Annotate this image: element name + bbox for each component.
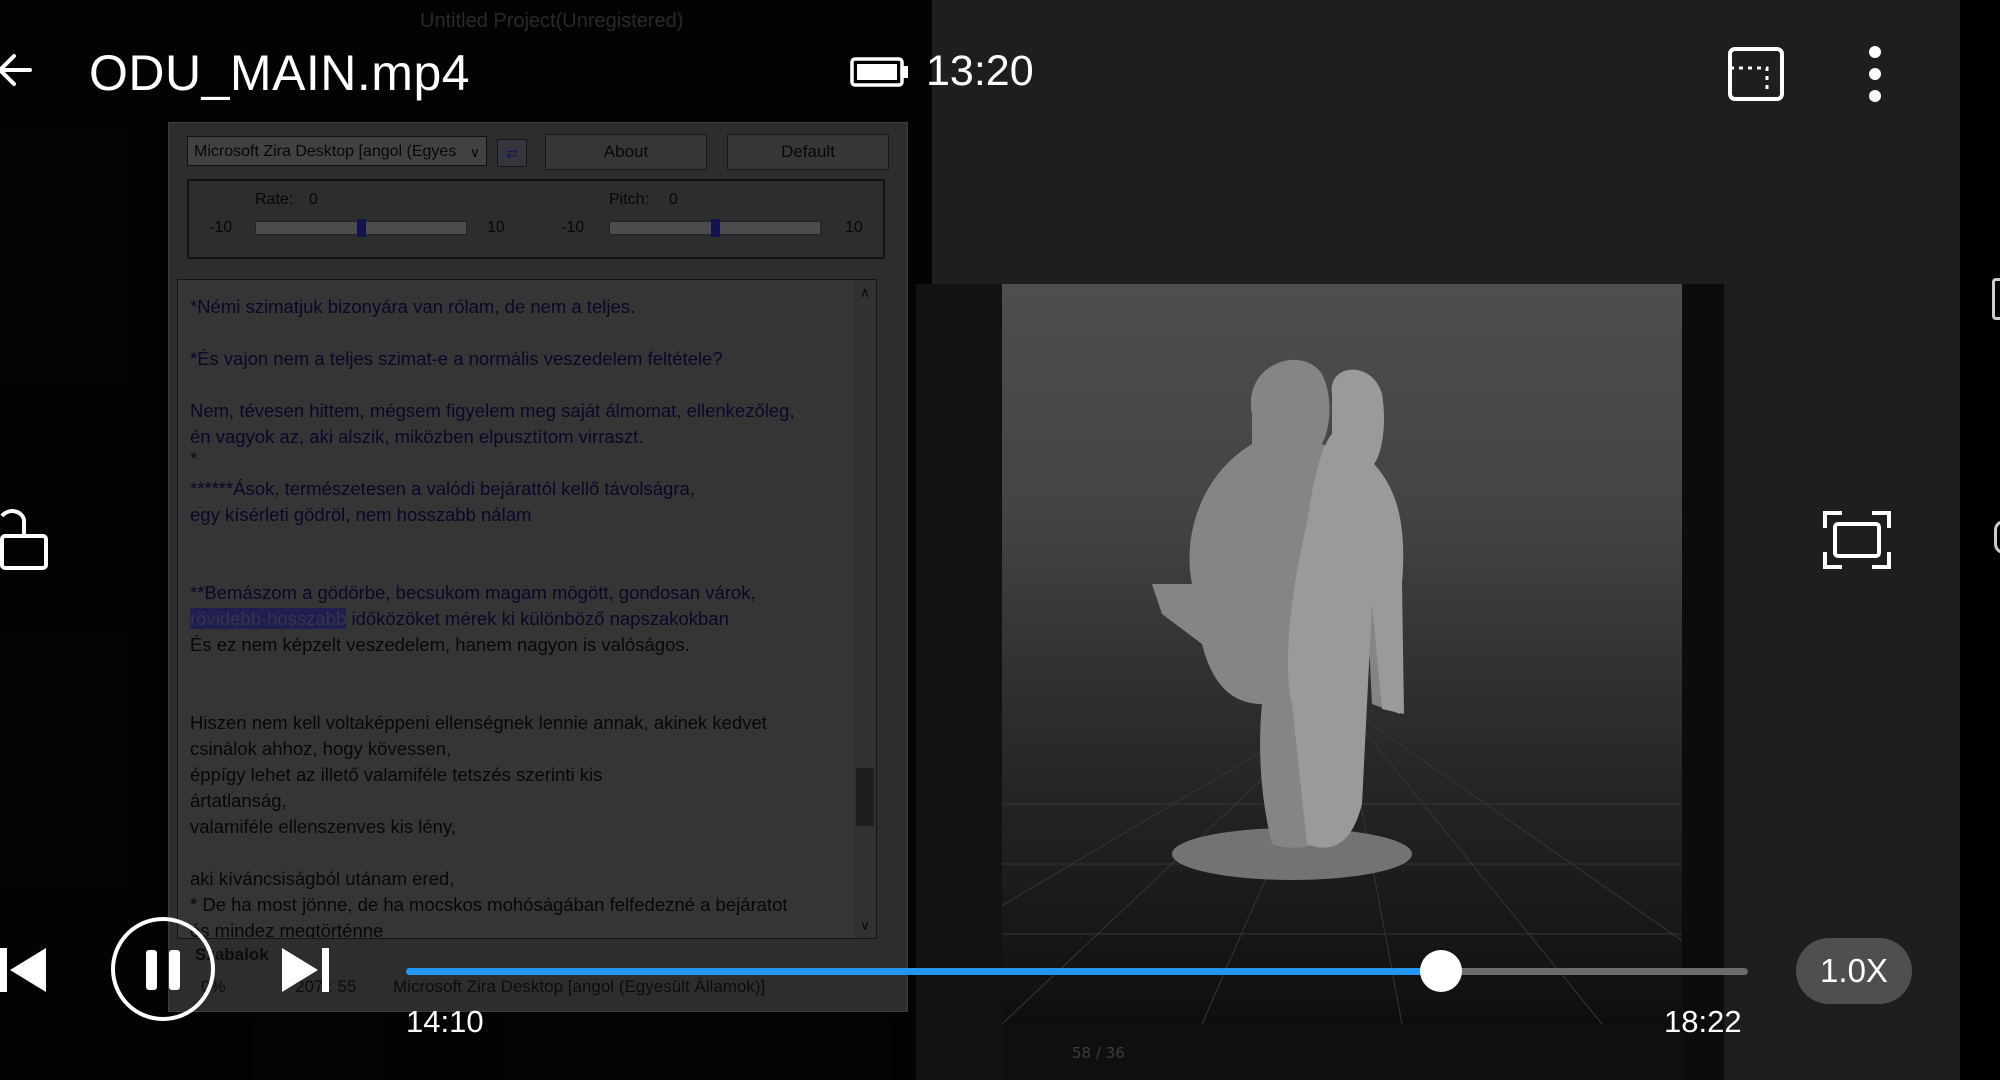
- video-player-screen: Untitled Project(Unregistered) Microsoft…: [0, 0, 2000, 1080]
- cast-icon[interactable]: [1727, 46, 1785, 102]
- skip-previous-icon[interactable]: [0, 944, 48, 996]
- pause-icon: [169, 950, 180, 990]
- battery-icon: [850, 57, 908, 87]
- playback-speed-button[interactable]: 1.0X: [1796, 938, 1912, 1004]
- seek-thumb[interactable]: [1419, 950, 1462, 992]
- edge-handle-icon: [1994, 520, 2000, 554]
- seek-progress: [406, 968, 1441, 975]
- skip-next-icon[interactable]: [280, 944, 332, 996]
- seek-bar[interactable]: [406, 950, 1748, 992]
- current-time: 14:10: [406, 1004, 484, 1039]
- pause-icon: [146, 950, 157, 990]
- back-arrow-icon[interactable]: [0, 44, 40, 96]
- status-clock: 13:20: [926, 47, 1034, 95]
- more-vert-icon[interactable]: [1860, 44, 1890, 104]
- total-duration: 18:22: [1664, 1004, 1742, 1039]
- pause-button[interactable]: [111, 917, 215, 1021]
- fit-screen-icon[interactable]: [1822, 510, 1892, 570]
- video-file-title: ODU_MAIN.mp4: [89, 45, 471, 101]
- player-overlay-scrim: [0, 0, 2000, 1080]
- edge-handle-icon: [1992, 278, 2000, 320]
- lock-open-icon[interactable]: [0, 508, 50, 572]
